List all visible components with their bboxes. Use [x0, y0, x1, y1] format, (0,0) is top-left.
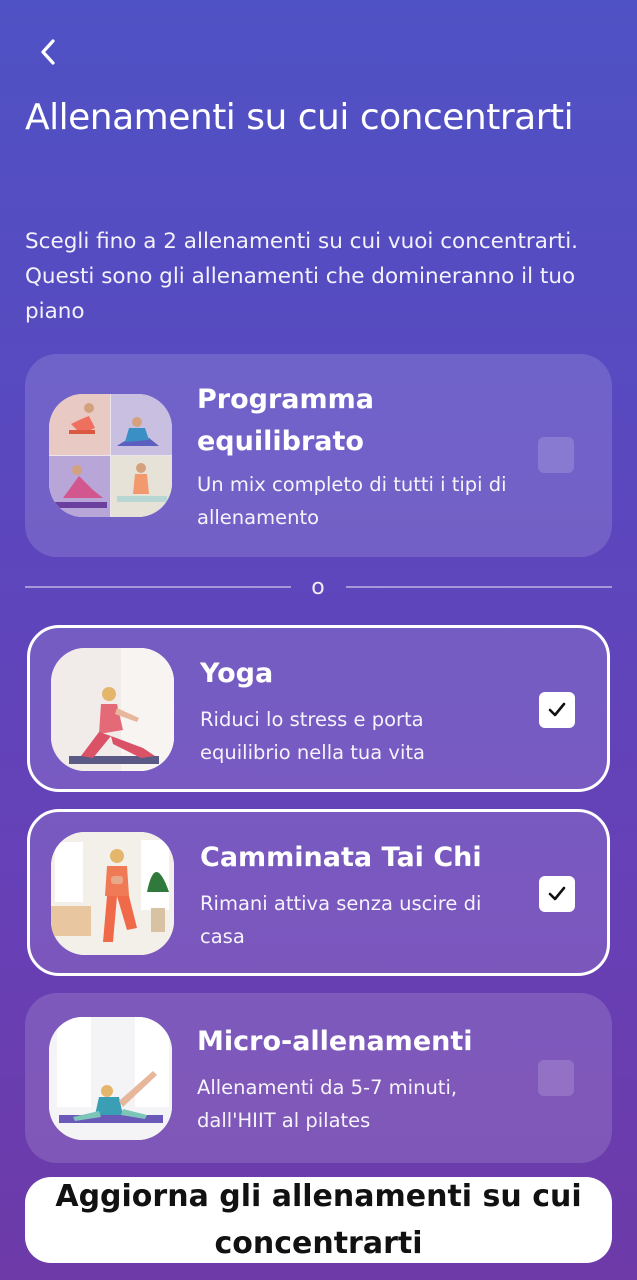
checkmark-icon	[547, 885, 567, 903]
yoga-title: Yoga	[200, 658, 274, 689]
workout-card-yoga[interactable]: Yoga Riduci lo stress e porta equilibrio…	[27, 625, 610, 792]
micro-workouts-thumbnail	[49, 1017, 172, 1140]
divider-right	[346, 586, 612, 588]
balanced-program-thumbnail	[49, 394, 172, 517]
tai-chi-walking-thumbnail	[51, 832, 174, 955]
or-label: o	[311, 575, 325, 600]
yoga-checkbox[interactable]	[539, 692, 575, 728]
divider-left	[25, 586, 291, 588]
balanced-program-description: Un mix completo di tutti i tipi di allen…	[197, 473, 507, 529]
micro-workouts-checkbox[interactable]	[538, 1060, 574, 1096]
workout-card-micro-workouts[interactable]: Micro-allenamenti Allenamenti da 5-7 min…	[25, 993, 612, 1163]
checkmark-icon	[547, 701, 567, 719]
tai-chi-walking-description: Rimani attiva senza uscire di casa	[200, 892, 482, 948]
yoga-description: Riduci lo stress e porta equilibrio nell…	[200, 708, 425, 764]
balanced-program-card[interactable]: Programma equilibrato Un mix completo di…	[25, 354, 612, 557]
yoga-thumbnail	[51, 648, 174, 771]
page-subtitle: Scegli fino a 2 allenamenti su cui vuoi …	[25, 229, 579, 324]
back-button[interactable]	[26, 30, 70, 74]
update-focus-workouts-button[interactable]: Aggiorna gli allenamenti su cui concentr…	[25, 1177, 612, 1263]
micro-workouts-title: Micro-allenamenti	[197, 1026, 473, 1057]
balanced-program-title: Programma equilibrato	[197, 384, 375, 457]
chevron-left-icon	[38, 38, 58, 66]
tai-chi-walking-title: Camminata Tai Chi	[200, 842, 482, 873]
micro-workouts-description: Allenamenti da 5-7 minuti, dall'HIIT al …	[197, 1076, 458, 1132]
page-title: Allenamenti su cui concentrarti	[25, 97, 574, 138]
tai-chi-walking-checkbox[interactable]	[539, 876, 575, 912]
workout-card-tai-chi-walking[interactable]: Camminata Tai Chi Rimani attiva senza us…	[27, 809, 610, 976]
balanced-program-checkbox[interactable]	[538, 437, 574, 473]
